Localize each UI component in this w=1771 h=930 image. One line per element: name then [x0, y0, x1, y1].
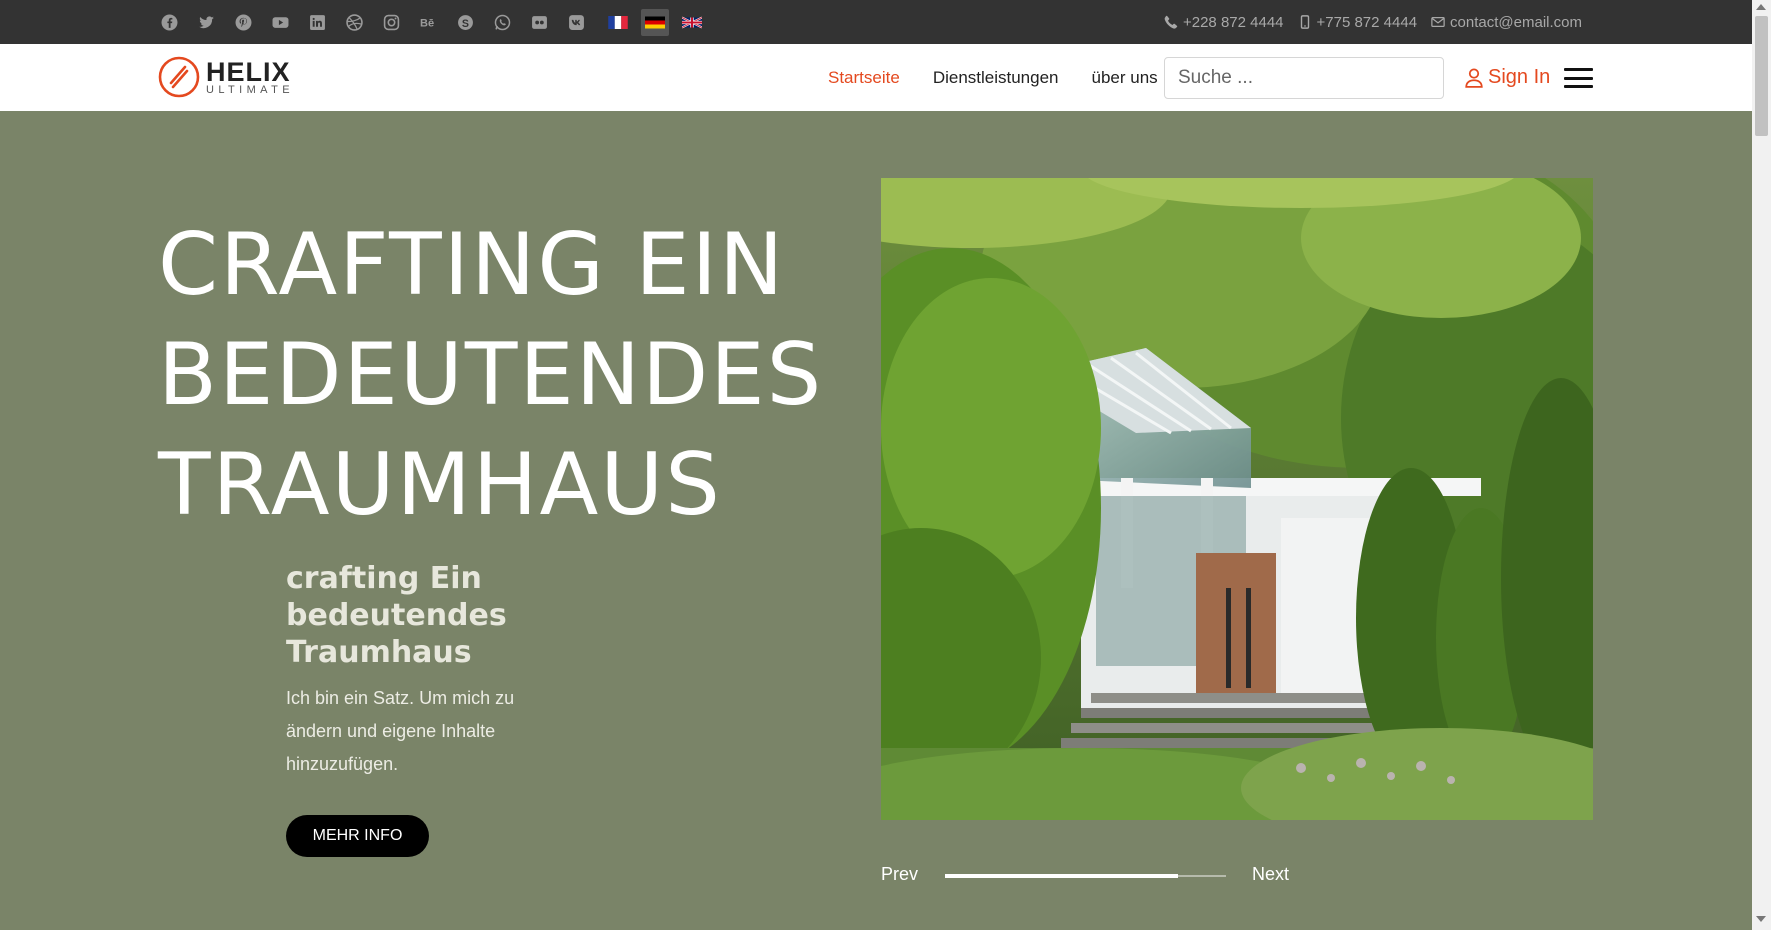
search-input[interactable]: [1164, 57, 1444, 99]
scrollbar-thumb[interactable]: [1755, 16, 1768, 136]
main-nav: Startseite Dienstleistungen über uns: [828, 44, 1158, 111]
vertical-scrollbar[interactable]: [1752, 0, 1771, 930]
mobile-icon: [1300, 15, 1309, 29]
envelope-icon: [1431, 17, 1445, 27]
hero-description: Ich bin ein Satz. Um mich zu ändern und …: [286, 688, 515, 774]
logo-text: HELIX ULTIMATE: [206, 56, 294, 96]
nav-item-ueber-uns[interactable]: über uns: [1092, 68, 1158, 88]
nav-item-startseite[interactable]: Startseite: [828, 68, 900, 88]
slider-navigation: Prev Next: [881, 860, 1301, 890]
phone-link[interactable]: +228 872 4444: [1164, 14, 1284, 31]
skype-icon[interactable]: S: [453, 11, 477, 33]
scroll-down-arrow-icon[interactable]: [1756, 916, 1766, 922]
mobile-number: +775 872 4444: [1316, 13, 1418, 31]
phone-icon: [1164, 15, 1178, 29]
nav-item-dienstleistungen[interactable]: Dienstleistungen: [933, 68, 1059, 88]
hero-title-line: CRAFTING EIN: [158, 215, 786, 315]
contact-info: +228 872 4444 +775 872 4444 contact@emai…: [1164, 0, 1582, 44]
hero-subtitle: crafting Ein bedeutendes Traumhaus: [286, 561, 507, 670]
vk-icon[interactable]: [564, 11, 588, 33]
pinterest-icon[interactable]: [231, 11, 255, 33]
instagram-icon[interactable]: [379, 11, 403, 33]
language-german-flag-icon[interactable]: [641, 9, 669, 36]
phone-number: +228 872 4444: [1182, 13, 1284, 31]
mobile-link[interactable]: +775 872 4444: [1298, 13, 1418, 31]
svg-text:S: S: [461, 17, 468, 29]
user-icon: [1465, 67, 1483, 88]
facebook-icon[interactable]: [157, 11, 181, 33]
dribbble-icon[interactable]: [342, 11, 366, 33]
prev-button[interactable]: Prev: [881, 864, 918, 885]
sign-in-link[interactable]: Sign In: [1465, 44, 1550, 111]
logo-main-text: HELIX: [206, 56, 291, 87]
site-header: HELIX ULTIMATE Startseite Dienstleistung…: [0, 44, 1752, 111]
hero-title: CRAFTING EIN BEDEUTENDES TRAUMHAUS: [158, 210, 823, 540]
whatsapp-icon[interactable]: [490, 11, 514, 33]
flickr-icon[interactable]: [527, 11, 551, 33]
sign-in-label: Sign In: [1488, 66, 1551, 88]
linkedin-icon[interactable]: [305, 11, 329, 33]
helix-logo-icon: [158, 56, 200, 98]
mehr-info-button[interactable]: MEHR INFO: [286, 815, 429, 857]
email-address: contact@email.com: [1450, 13, 1582, 31]
youtube-icon[interactable]: [268, 11, 292, 33]
svg-text:Bē: Bē: [420, 17, 434, 29]
menu-hamburger-icon[interactable]: [1564, 68, 1593, 88]
twitter-icon[interactable]: [194, 11, 218, 33]
language-french-flag-icon[interactable]: [604, 9, 632, 36]
top-bar: Bē S +228 872 4444 +775 872 4444 contact…: [0, 0, 1752, 44]
site-logo[interactable]: HELIX ULTIMATE: [158, 56, 294, 98]
hero-title-line: TRAUMHAUS: [158, 435, 722, 535]
next-button[interactable]: Next: [1252, 864, 1289, 885]
language-english-flag-icon[interactable]: [678, 9, 706, 36]
behance-icon[interactable]: Bē: [416, 11, 440, 33]
hero-house-image: [881, 178, 1593, 820]
email-link[interactable]: contact@email.com: [1431, 14, 1582, 31]
social-links: Bē S: [157, 11, 588, 33]
slider-progress-bar: [945, 874, 1226, 878]
scroll-up-arrow-icon[interactable]: [1756, 4, 1766, 10]
logo-sub-text: ULTIMATE: [206, 83, 294, 96]
hero-title-line: BEDEUTENDES: [158, 325, 824, 425]
slider-progress-fill: [945, 874, 1179, 878]
language-switcher: [604, 9, 706, 36]
